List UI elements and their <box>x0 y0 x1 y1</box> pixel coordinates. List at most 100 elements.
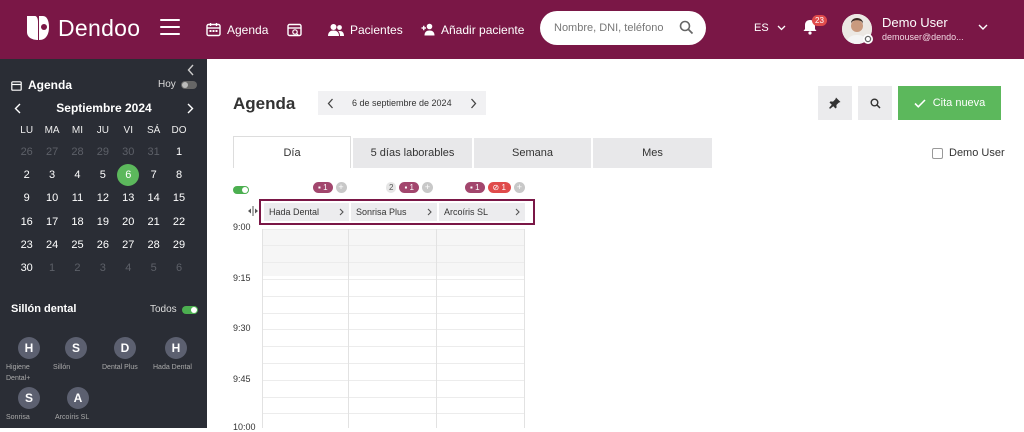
calendar-day[interactable]: 6 <box>116 164 141 187</box>
calendar-day[interactable]: 23 <box>14 234 39 257</box>
calendar-day[interactable]: 5 <box>141 257 166 280</box>
calendar-day[interactable]: 2 <box>65 257 90 280</box>
mini-calendar: LU MA MI JU VI SÁ DO 26 27 28 29 30 31 1 2 3 4 5 6 7 8 9 10 11 1… <box>14 125 192 280</box>
chair-item[interactable]: S Sonrisa <box>6 387 52 423</box>
calendar-day[interactable]: 25 <box>65 234 90 257</box>
grid-toggle[interactable] <box>233 186 249 194</box>
all-chairs-toggle[interactable]: Todos <box>150 304 198 315</box>
demo-user-filter[interactable]: Demo User <box>932 147 1005 159</box>
calendar-day-number: 6 <box>175 261 183 274</box>
calendar-day[interactable]: 18 <box>65 211 90 234</box>
tab-5-dias[interactable]: 5 días laborables <box>353 138 472 168</box>
pin-button[interactable] <box>818 86 852 120</box>
calendar-day[interactable]: 29 <box>90 141 115 164</box>
calendar-day[interactable]: 30 <box>14 257 39 280</box>
checkbox[interactable] <box>932 147 943 159</box>
calendar-day-number: 31 <box>147 146 160 158</box>
calendar-day[interactable]: 5 <box>90 164 115 187</box>
unavailable-slot <box>262 229 525 276</box>
search-button[interactable] <box>858 86 892 120</box>
toggle-switch[interactable] <box>180 80 197 89</box>
chair-item[interactable]: S Sillón <box>53 337 99 373</box>
calendar-day[interactable]: 15 <box>166 187 191 210</box>
calendar-day[interactable]: 19 <box>90 211 115 234</box>
calendar-day[interactable]: 17 <box>39 211 64 234</box>
tab-semana[interactable]: Semana <box>474 138 591 168</box>
chevron-left-icon[interactable] <box>14 103 22 114</box>
calendar-day[interactable]: 9 <box>14 187 39 210</box>
calendar-day[interactable]: 10 <box>39 187 64 210</box>
nav-calendar-search[interactable] <box>287 0 303 59</box>
calendar-day[interactable]: 4 <box>116 257 141 280</box>
prev-day-button[interactable] <box>318 91 342 115</box>
chair-item[interactable]: A Arcoíris SL <box>55 387 101 423</box>
chair-label: Arcoíris SL <box>55 414 90 421</box>
chair-item[interactable]: D Dental Plus <box>102 337 148 373</box>
chevron-right-icon[interactable] <box>186 103 194 114</box>
calendar-day[interactable]: 16 <box>14 211 39 234</box>
nav-agenda[interactable]: Agenda <box>206 0 268 59</box>
grid-column <box>436 229 437 428</box>
calendar-day[interactable]: 31 <box>141 141 166 164</box>
add-icon[interactable]: + <box>513 182 525 193</box>
calendar-day[interactable]: 28 <box>141 234 166 257</box>
nav-add-patient[interactable]: Añadir paciente <box>421 0 524 59</box>
language-select[interactable]: ES <box>754 22 786 34</box>
calendar-day[interactable]: 3 <box>90 257 115 280</box>
calendar-day-number: 28 <box>147 238 160 251</box>
chair-item[interactable]: H Hada Dental <box>153 337 199 373</box>
add-icon[interactable]: + <box>335 182 347 193</box>
calendar-day[interactable]: 8 <box>166 164 191 187</box>
logo[interactable]: Dendoo <box>24 14 140 42</box>
column-header-sonrisa-plus[interactable]: Sonrisa Plus <box>351 203 437 221</box>
calendar-day[interactable]: 1 <box>39 257 64 280</box>
chevron-down-icon[interactable] <box>978 24 988 31</box>
calendar-day[interactable]: 20 <box>116 211 141 234</box>
calendar-day[interactable]: 27 <box>39 141 64 164</box>
calendar-day[interactable]: 14 <box>141 187 166 210</box>
calendar-day[interactable]: 1 <box>166 141 191 164</box>
calendar-day[interactable]: 13 <box>116 187 141 210</box>
calendar-day[interactable]: 24 <box>39 234 64 257</box>
collapse-icon[interactable] <box>187 64 195 76</box>
calendar-day[interactable]: 3 <box>39 164 64 187</box>
calendar-day[interactable]: 22 <box>166 211 191 234</box>
toggle-switch[interactable] <box>181 305 198 314</box>
calendar-icon <box>206 23 221 37</box>
add-icon[interactable]: + <box>421 182 433 193</box>
new-appointment-button[interactable]: Cita nueva <box>898 86 1001 120</box>
grid-line <box>262 413 525 414</box>
column-header-arcoiris-sl[interactable]: Arcoíris SL <box>439 203 525 221</box>
calendar-day[interactable]: 7 <box>141 164 166 187</box>
resize-columns-icon[interactable] <box>247 206 259 216</box>
tab-dia[interactable]: Día <box>233 136 351 168</box>
day-grid[interactable] <box>262 229 525 428</box>
calendar-day[interactable]: 29 <box>166 234 191 257</box>
calendar-day[interactable]: 11 <box>65 187 90 210</box>
today-toggle[interactable]: Hoy <box>158 79 197 90</box>
top-bar: Dendoo Agenda Pacientes Añadir paciente … <box>0 0 1024 59</box>
calendar-day[interactable]: 21 <box>141 211 166 234</box>
calendar-day[interactable]: 30 <box>116 141 141 164</box>
menu-icon[interactable] <box>160 19 180 35</box>
chair-item[interactable]: H Higiene Dental+ <box>6 337 52 384</box>
search-icon[interactable] <box>679 20 694 35</box>
tab-mes[interactable]: Mes <box>593 138 712 168</box>
page-title: Agenda <box>233 94 296 113</box>
calendar-day[interactable]: 2 <box>14 164 39 187</box>
calendar-day[interactable]: 28 <box>65 141 90 164</box>
calendar-day[interactable]: 12 <box>90 187 115 210</box>
next-day-button[interactable] <box>462 91 486 115</box>
calendar-day[interactable]: 26 <box>90 234 115 257</box>
calendar-day[interactable]: 26 <box>14 141 39 164</box>
column-header-hada-dental[interactable]: Hada Dental <box>264 203 349 221</box>
chair-label: Sonrisa <box>6 414 30 421</box>
time-label: 9:15 <box>233 273 251 283</box>
calendar-day[interactable]: 6 <box>166 257 191 280</box>
gear-icon[interactable] <box>863 34 873 44</box>
calendar-day[interactable]: 27 <box>116 234 141 257</box>
search-input[interactable] <box>554 22 674 34</box>
calendar-day[interactable]: 4 <box>65 164 90 187</box>
current-date[interactable]: 6 de septiembre de 2024 <box>342 98 462 108</box>
nav-pacientes[interactable]: Pacientes <box>328 0 403 59</box>
